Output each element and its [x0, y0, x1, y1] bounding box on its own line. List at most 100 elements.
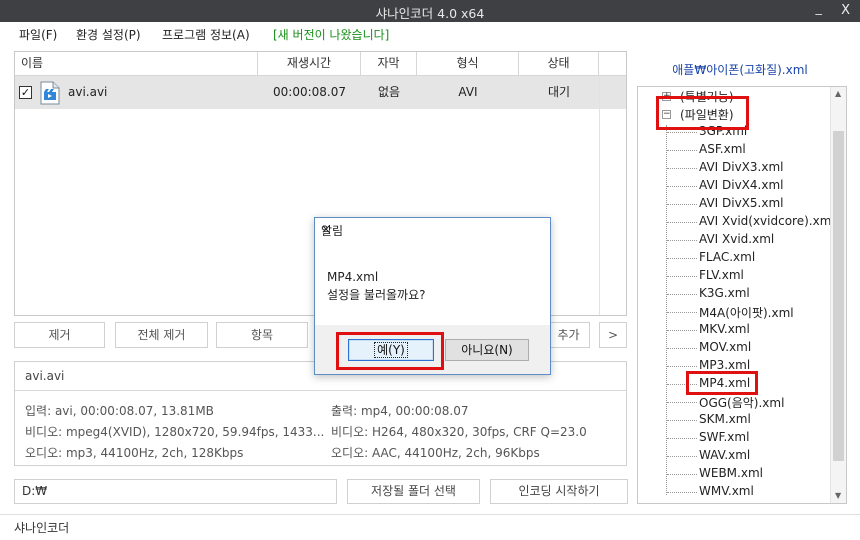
table-row[interactable]: ✓ avi.avi 00:00:08.07 없음 AVI 대기: [15, 76, 626, 109]
row-duration: 00:00:08.07: [273, 85, 346, 99]
column-header-format[interactable]: 형식: [417, 52, 519, 76]
tree-scrollbar[interactable]: ▲ ▼: [830, 87, 846, 503]
info-input: 입력: avi, 00:00:08.07, 13.81MB: [25, 404, 214, 418]
remove-all-button[interactable]: 전체 제거: [115, 322, 208, 348]
column-header-status[interactable]: 상태: [519, 52, 599, 76]
dialog-close-icon[interactable]: ×: [321, 222, 540, 236]
row-filename: avi.avi: [68, 85, 108, 99]
yes-button-label: 예(Y): [374, 342, 408, 358]
collapse-icon[interactable]: −: [662, 110, 671, 119]
row-status: 대기: [547, 85, 571, 99]
tree-item[interactable]: M4A(아이팟).xml: [699, 304, 794, 321]
window-title: 샤나인코더 4.0 x64: [375, 6, 485, 21]
tree-connector-line: [667, 240, 697, 241]
info-audio-in: 오디오: mp3, 44100Hz, 2ch, 128Kbps: [25, 446, 244, 460]
row-subtitle: 없음: [377, 85, 401, 99]
tree-connector-line: [667, 186, 697, 187]
tree-item-special[interactable]: (특별기능): [680, 88, 734, 105]
column-header-duration[interactable]: 재생시간: [258, 52, 361, 76]
tree-item[interactable]: SWF.xml: [699, 430, 749, 444]
tree-connector-line: [667, 168, 697, 169]
scroll-up-arrow[interactable]: ▲: [835, 89, 841, 98]
tree-item[interactable]: MKV.xml: [699, 322, 750, 336]
tree-connector-line: [667, 402, 697, 403]
video-file-icon: [40, 81, 60, 105]
column-header-name[interactable]: 이름: [15, 52, 258, 76]
tree-connector-line: [667, 312, 697, 313]
tree-item[interactable]: AVI DivX5.xml: [699, 196, 783, 210]
menu-settings[interactable]: 환경 설정(P): [76, 26, 141, 43]
tree-item[interactable]: WEBM.xml: [699, 466, 763, 480]
select-folder-button[interactable]: 저장될 폴더 선택: [347, 479, 480, 504]
info-audio-out: 오디오: AAC, 44100Hz, 2ch, 96Kbps: [331, 446, 540, 460]
dialog-title-bar: 알림 ×: [315, 218, 550, 241]
output-path-field[interactable]: D:₩: [14, 479, 337, 504]
no-button[interactable]: 아니요(N): [445, 339, 529, 361]
expand-icon[interactable]: +: [662, 92, 671, 101]
file-list-header: 이름 재생시간 자막 형식 상태: [15, 52, 626, 76]
row-checkbox[interactable]: ✓: [19, 86, 32, 99]
more-button[interactable]: >: [599, 322, 627, 348]
info-filename: avi.avi: [25, 369, 65, 383]
menu-file[interactable]: 파일(F): [19, 26, 57, 43]
tree-connector-line: [667, 258, 697, 259]
info-output: 출력: mp4, 00:00:08.07: [331, 404, 469, 418]
tree-item[interactable]: 3GP.xml: [699, 124, 747, 138]
item-button[interactable]: 항목: [216, 322, 308, 348]
tree-item[interactable]: SKM.xml: [699, 412, 751, 426]
confirm-dialog: 알림 × MP4.xml 설정을 불러올까요? 예(Y) 아니요(N): [314, 217, 551, 375]
yes-button[interactable]: 예(Y): [348, 339, 434, 361]
tree-connector-line: [667, 204, 697, 205]
dialog-body: MP4.xml 설정을 불러올까요?: [315, 241, 550, 325]
tree-item[interactable]: MP3.xml: [699, 358, 750, 372]
status-text: 샤나인코더: [14, 521, 70, 535]
menu-bar: 파일(F) 환경 설정(P) 프로그램 정보(A) [새 버전이 나왔습니다]: [0, 22, 860, 44]
tree-connector-line: [667, 474, 697, 475]
tree-connector-line: [667, 438, 697, 439]
tree-item[interactable]: MOV.xml: [699, 340, 751, 354]
menu-program-info[interactable]: 프로그램 정보(A): [162, 26, 250, 43]
tree-item[interactable]: WMV.xml: [699, 484, 754, 498]
profile-tree[interactable]: + (특별기능) − (파일변환) 3GP.xml ASF.xml AVI DivX…: [637, 86, 847, 504]
tree-item-file-convert[interactable]: (파일변환): [680, 106, 734, 123]
tree-connector-line: [667, 366, 697, 367]
dialog-message-line1: MP4.xml: [327, 270, 379, 284]
tree-item[interactable]: AVI DivX4.xml: [699, 178, 783, 192]
tree-item[interactable]: OGG(음악).xml: [699, 394, 784, 411]
column-divider: [599, 76, 600, 315]
tree-item[interactable]: AVI Xvid.xml: [699, 232, 774, 246]
tree-item[interactable]: FLAC.xml: [699, 250, 755, 264]
tree-item[interactable]: AVI Xvid(xvidcore).xml: [699, 214, 835, 228]
minimize-button[interactable]: _: [816, 1, 823, 16]
status-bar: 샤나인코더: [0, 514, 860, 540]
row-format: AVI: [458, 85, 478, 99]
tree-connector-line: [667, 420, 697, 421]
tree-item[interactable]: AVI DivX3.xml: [699, 160, 783, 174]
column-header-subtitle[interactable]: 자막: [361, 52, 417, 76]
close-button[interactable]: X: [841, 3, 850, 18]
title-bar: 샤나인코더 4.0 x64 _ X: [0, 0, 860, 22]
tree-connector-line: [667, 384, 697, 385]
tree-connector-line: [666, 125, 667, 495]
update-notice-link[interactable]: [새 버전이 나왔습니다]: [273, 26, 389, 43]
scrollbar-thumb[interactable]: [833, 131, 844, 461]
tree-connector-line: [667, 330, 697, 331]
tree-item[interactable]: K3G.xml: [699, 286, 750, 300]
add-button[interactable]: 추가: [548, 322, 590, 348]
tree-item[interactable]: FLV.xml: [699, 268, 744, 282]
tree-connector-line: [667, 150, 697, 151]
remove-button[interactable]: 제거: [14, 322, 105, 348]
selected-profile-label: 애플₩아이폰(고화질).xml: [672, 63, 808, 77]
tree-connector-line: [667, 294, 697, 295]
tree-item[interactable]: ASF.xml: [699, 142, 746, 156]
tree-item[interactable]: MP4.xml: [699, 376, 750, 390]
tree-connector-line: [667, 132, 697, 133]
tree-connector-line: [667, 222, 697, 223]
start-encoding-button[interactable]: 인코딩 시작하기: [490, 479, 628, 504]
tree-item[interactable]: WAV.xml: [699, 448, 750, 462]
tree-connector-line: [667, 276, 697, 277]
file-info-panel: avi.avi 입력: avi, 00:00:08.07, 13.81MB 출력…: [14, 361, 627, 466]
tree-connector-line: [667, 456, 697, 457]
scroll-down-arrow[interactable]: ▼: [835, 491, 841, 500]
tree-connector-line: [667, 348, 697, 349]
